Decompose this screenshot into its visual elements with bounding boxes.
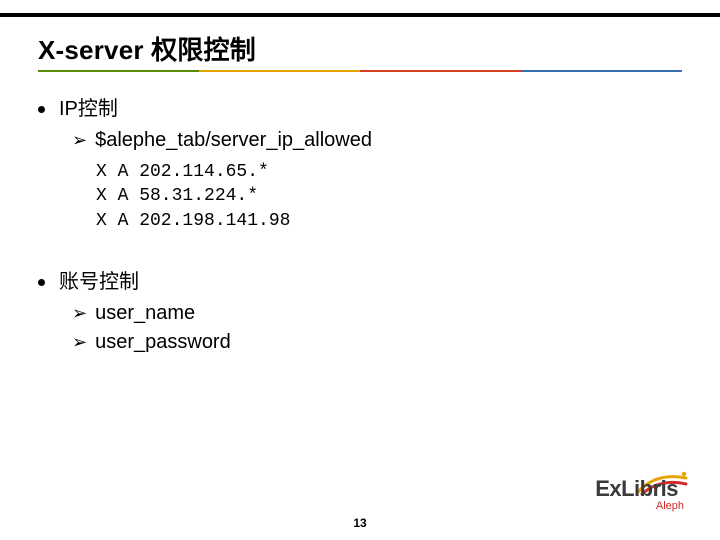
vertical-gap [38, 241, 672, 269]
sub-bullet-user-password: ➢ user_password [72, 329, 672, 356]
bullet-dot-icon [38, 279, 45, 286]
bullet-ip-control: IP控制 [38, 96, 672, 123]
slide-body: IP控制 ➢ $alephe_tab/server_ip_allowed X A… [38, 96, 672, 358]
bullet-dot-icon [38, 106, 45, 113]
sub-bullet-label: $alephe_tab/server_ip_allowed [95, 127, 372, 154]
logo-brand-text: ExLibris [595, 476, 686, 502]
exlibris-logo: ExLibris Aleph [595, 476, 686, 512]
sub-bullet-label: user_name [95, 300, 195, 327]
sub-bullet-user-name: ➢ user_name [72, 300, 672, 327]
page-number: 13 [0, 516, 720, 530]
sub-bullet-server-ip-allowed: ➢ $alephe_tab/server_ip_allowed [72, 127, 672, 154]
slide: X-server 权限控制 IP控制 ➢ $alephe_tab/server_… [0, 0, 720, 540]
title-underline [38, 70, 682, 72]
slide-title: X-server 权限控制 [38, 30, 256, 67]
ip-code-block: X A 202.114.65.* X A 58.31.224.* X A 202… [96, 160, 672, 233]
chevron-right-icon: ➢ [72, 128, 87, 152]
bullet-label: 账号控制 [59, 269, 139, 296]
bullet-label: IP控制 [59, 96, 118, 123]
sub-bullet-label: user_password [95, 329, 231, 356]
top-accent-bar [0, 13, 720, 17]
bullet-account-control: 账号控制 [38, 269, 672, 296]
chevron-right-icon: ➢ [72, 301, 87, 325]
chevron-right-icon: ➢ [72, 330, 87, 354]
